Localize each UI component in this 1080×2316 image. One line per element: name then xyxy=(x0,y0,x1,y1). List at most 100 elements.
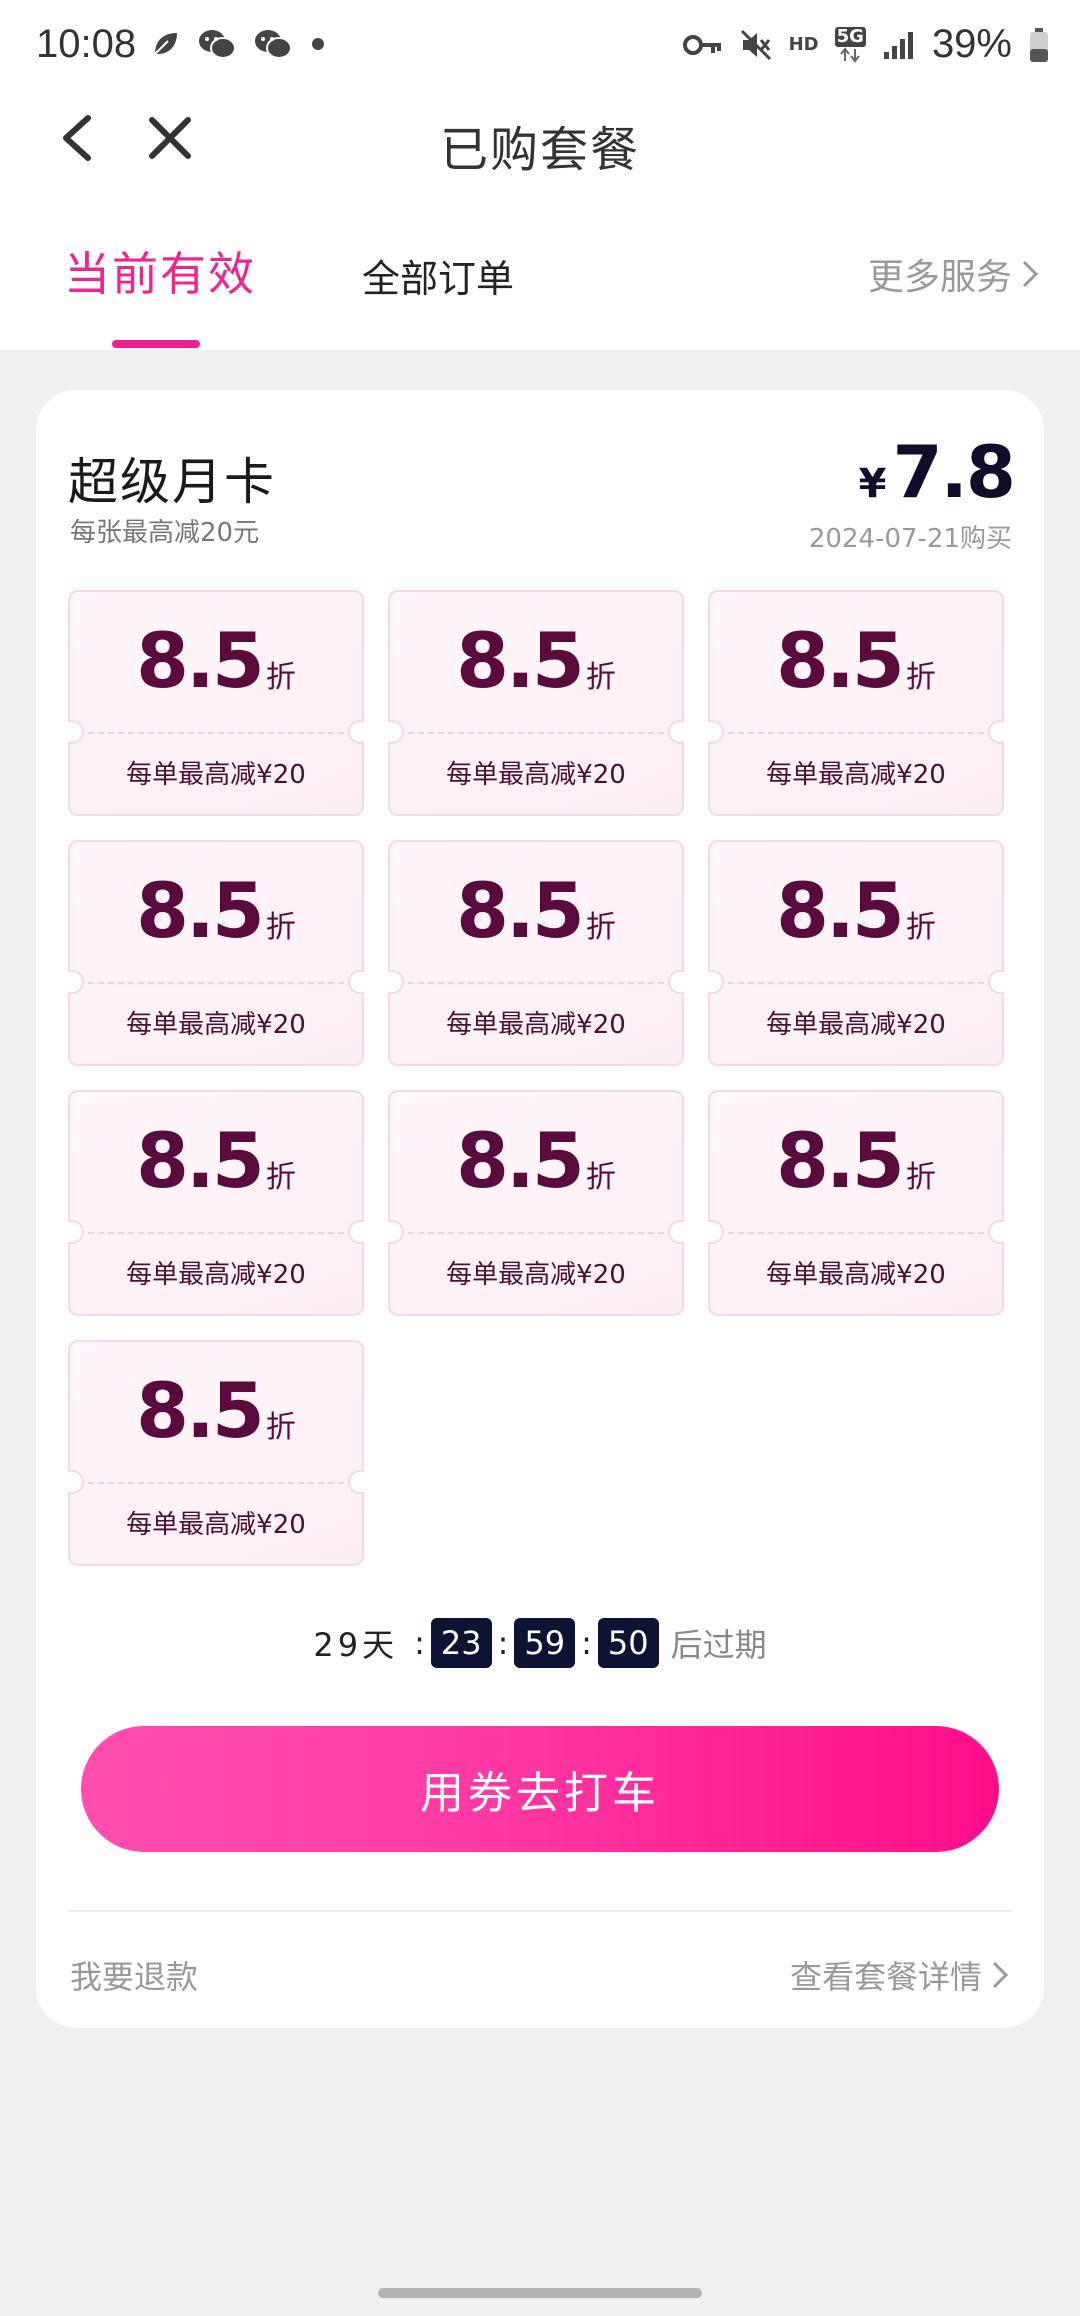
coupon-card: 8.5折每单最高减¥20 xyxy=(388,840,684,1066)
coupon-card: 8.5折每单最高减¥20 xyxy=(388,1090,684,1316)
coupon-card: 8.5折每单最高减¥20 xyxy=(708,590,1004,816)
purchase-date: 2024-07-21购买 xyxy=(809,518,1012,555)
countdown-suffix: 后过期 xyxy=(671,1620,767,1666)
coupon-notch xyxy=(348,1220,364,1244)
coupon-discount: 8.5折 xyxy=(390,616,682,705)
discount-unit: 折 xyxy=(586,1160,616,1195)
coupon-dashed-divider xyxy=(88,1482,344,1484)
price-currency: ¥ xyxy=(859,461,887,507)
coupon-discount: 8.5折 xyxy=(390,866,682,955)
discount-value: 8.5 xyxy=(136,1366,262,1455)
discount-unit: 折 xyxy=(906,660,936,695)
discount-value: 8.5 xyxy=(776,1116,902,1205)
coupon-discount: 8.5折 xyxy=(710,616,1002,705)
discount-unit: 折 xyxy=(266,1410,296,1445)
coupon-dashed-divider xyxy=(728,982,984,984)
tab-current-valid[interactable]: 当前有效 xyxy=(64,238,256,304)
chevron-right-icon xyxy=(990,1959,1010,1991)
coupon-limit: 每单最高减¥20 xyxy=(70,1504,362,1541)
coupon-discount: 8.5折 xyxy=(710,866,1002,955)
countdown-separator: : xyxy=(414,1624,425,1662)
data-arrows-icon xyxy=(838,47,862,63)
key-icon xyxy=(683,32,723,58)
coupon-discount: 8.5折 xyxy=(70,1116,362,1205)
leaf-icon xyxy=(150,29,180,59)
coupon-limit: 每单最高减¥20 xyxy=(70,1254,362,1291)
dot-icon xyxy=(310,36,326,52)
discount-value: 8.5 xyxy=(136,616,262,705)
countdown-hours: 23 xyxy=(431,1618,492,1668)
discount-value: 8.5 xyxy=(456,1116,582,1205)
coupon-notch xyxy=(668,1220,684,1244)
package-detail-link[interactable]: 查看套餐详情 xyxy=(790,1952,1010,1998)
tab-all-orders[interactable]: 全部订单 xyxy=(362,248,514,303)
coupon-card: 8.5折每单最高减¥20 xyxy=(708,840,1004,1066)
status-time: 10:08 xyxy=(36,22,136,67)
use-coupon-label: 用券去打车 xyxy=(420,1757,660,1821)
discount-value: 8.5 xyxy=(456,616,582,705)
coupon-limit: 每单最高减¥20 xyxy=(70,1004,362,1041)
coupon-limit: 每单最高减¥20 xyxy=(710,754,1002,791)
chevron-right-icon xyxy=(1020,258,1040,290)
divider xyxy=(68,1910,1012,1912)
coupon-card: 8.5折每单最高减¥20 xyxy=(68,840,364,1066)
coupon-dashed-divider xyxy=(408,982,664,984)
countdown-separator: : xyxy=(498,1624,509,1662)
coupon-notch xyxy=(668,970,684,994)
coupon-card: 8.5折每单最高减¥20 xyxy=(708,1090,1004,1316)
wechat-icon xyxy=(198,28,236,60)
discount-unit: 折 xyxy=(586,660,616,695)
coupon-notch xyxy=(348,1470,364,1494)
price-value: 7.8 xyxy=(892,430,1014,514)
coupon-notch xyxy=(388,720,404,744)
discount-value: 8.5 xyxy=(136,866,262,955)
battery-percent: 39% xyxy=(932,22,1012,67)
coupon-notch xyxy=(388,970,404,994)
coupon-limit: 每单最高减¥20 xyxy=(390,1254,682,1291)
page-title: 已购套餐 xyxy=(0,110,1080,180)
coupon-dashed-divider xyxy=(728,732,984,734)
coupon-notch xyxy=(988,970,1004,994)
hd-icon: HD xyxy=(789,34,819,55)
battery-icon xyxy=(1028,27,1050,63)
use-coupon-button[interactable]: 用券去打车 xyxy=(81,1726,999,1852)
expiry-countdown: 29天 : 23 : 59 : 50 后过期 xyxy=(36,1618,1044,1668)
coupon-dashed-divider xyxy=(88,1232,344,1234)
coupon-card: 8.5折每单最高减¥20 xyxy=(68,1090,364,1316)
coupon-dashed-divider xyxy=(408,1232,664,1234)
more-services-link[interactable]: 更多服务 xyxy=(868,248,1040,300)
network-label: 5G xyxy=(835,27,866,47)
countdown-days: 29天 xyxy=(313,1620,398,1666)
wechat-icon xyxy=(254,28,292,60)
refund-link[interactable]: 我要退款 xyxy=(70,1952,198,1998)
package-name: 超级月卡 xyxy=(68,442,276,514)
package-price: ¥ 7.8 xyxy=(859,430,1014,514)
countdown-minutes: 59 xyxy=(514,1618,575,1668)
discount-value: 8.5 xyxy=(776,866,902,955)
tab-bar: 当前有效 全部订单 更多服务 xyxy=(0,230,1080,350)
tab-active-indicator xyxy=(112,340,200,348)
coupon-notch xyxy=(668,720,684,744)
coupon-notch xyxy=(68,970,84,994)
coupon-dashed-divider xyxy=(408,732,664,734)
coupon-limit: 每单最高减¥20 xyxy=(710,1254,1002,1291)
discount-value: 8.5 xyxy=(456,866,582,955)
coupon-limit: 每单最高减¥20 xyxy=(710,1004,1002,1041)
coupon-limit: 每单最高减¥20 xyxy=(70,754,362,791)
package-card: 超级月卡 每张最高减20元 ¥ 7.8 2024-07-21购买 8.5折每单最… xyxy=(36,390,1044,2028)
coupon-limit: 每单最高减¥20 xyxy=(390,754,682,791)
package-detail-label: 查看套餐详情 xyxy=(790,1952,982,1998)
coupon-dashed-divider xyxy=(88,732,344,734)
home-indicator[interactable] xyxy=(378,2288,702,2298)
coupon-notch xyxy=(708,970,724,994)
coupon-notch xyxy=(988,720,1004,744)
coupon-dashed-divider xyxy=(88,982,344,984)
coupon-notch xyxy=(68,1470,84,1494)
countdown-separator: : xyxy=(581,1624,592,1662)
coupon-limit: 每单最高减¥20 xyxy=(390,1004,682,1041)
discount-value: 8.5 xyxy=(776,616,902,705)
countdown-seconds: 50 xyxy=(598,1618,659,1668)
coupon-dashed-divider xyxy=(728,1232,984,1234)
coupon-notch xyxy=(708,720,724,744)
mute-icon xyxy=(739,28,773,62)
